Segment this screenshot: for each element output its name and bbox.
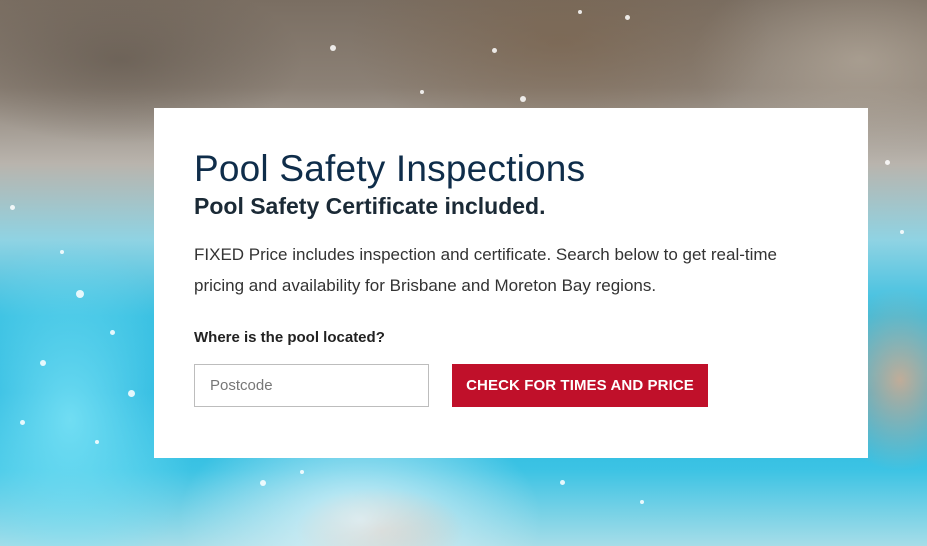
page-title: Pool Safety Inspections (194, 148, 586, 189)
page-subtitle: Pool Safety Certificate included. (194, 193, 546, 219)
water-droplet (95, 440, 99, 444)
water-droplet (625, 15, 630, 20)
water-droplet (520, 96, 526, 102)
check-times-and-price-button[interactable]: CHECK FOR TIMES AND PRICE (452, 364, 708, 407)
water-droplet (492, 48, 497, 53)
water-droplet (40, 360, 46, 366)
water-droplet (420, 90, 424, 94)
search-row: CHECK FOR TIMES AND PRICE (194, 364, 828, 407)
water-droplet (640, 500, 644, 504)
water-droplet (20, 420, 25, 425)
booking-card: Pool Safety Inspections Pool Safety Cert… (154, 108, 868, 458)
water-droplet (128, 390, 135, 397)
hero-background: Pool Safety Inspections Pool Safety Cert… (0, 0, 927, 546)
water-droplet (578, 10, 582, 14)
water-droplet (110, 330, 115, 335)
water-droplet (885, 160, 890, 165)
description-text: FIXED Price includes inspection and cert… (194, 245, 777, 295)
water-droplet (76, 290, 84, 298)
water-droplet (300, 470, 304, 474)
location-label: Where is the pool located? (194, 329, 385, 346)
water-droplet (560, 480, 565, 485)
water-droplet (330, 45, 336, 51)
water-droplet (60, 250, 64, 254)
water-droplet (260, 480, 266, 486)
water-droplet (10, 205, 15, 210)
water-droplet (900, 230, 904, 234)
postcode-input[interactable] (194, 364, 429, 407)
